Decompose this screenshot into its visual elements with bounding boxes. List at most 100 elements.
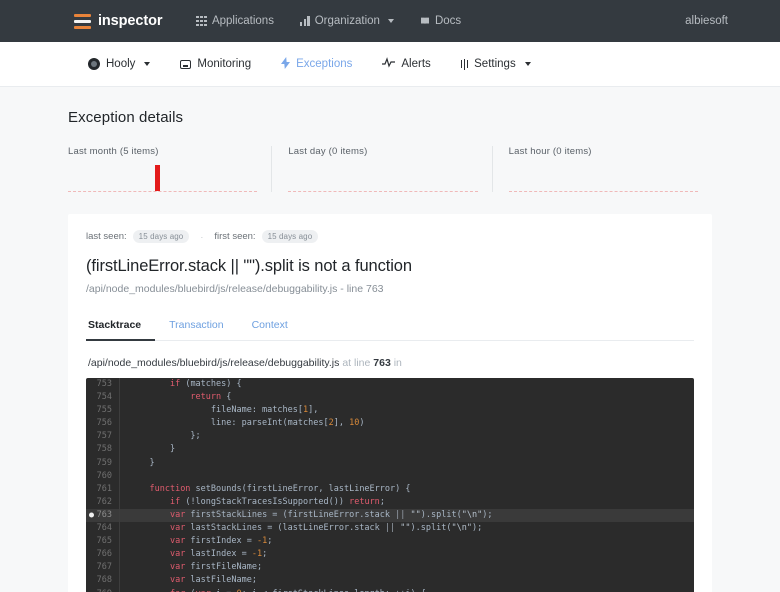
page-title: Exception details [68, 109, 184, 126]
code-line-number: 766 [86, 548, 120, 562]
code-line-number: 753 [86, 378, 120, 392]
nav-item-organization-label: Organization [314, 15, 380, 27]
code-line-text: }; [129, 431, 201, 442]
code-line-number: 769 [86, 587, 120, 592]
timeline-plot-last-month [68, 162, 258, 192]
code-line-text: for (var i = 0; i < firstStackLines.leng… [120, 588, 694, 592]
chevron-down-icon [387, 19, 394, 23]
code-line-number: 767 [86, 561, 120, 575]
tab-context[interactable]: Context [238, 313, 302, 341]
pulse-icon [382, 57, 396, 71]
subnav-item-exceptions[interactable]: Exceptions [281, 56, 353, 72]
code-line-text: } [129, 457, 155, 468]
code-line-number: 755 [86, 404, 120, 418]
timeline-bar [155, 165, 161, 191]
first-seen-badge: 15 days ago [261, 230, 319, 243]
code-line: 759 } [86, 456, 694, 470]
secondary-navbar: Hooly Monitoring Exceptions Alerts Setti… [0, 42, 780, 87]
nav-item-docs[interactable]: Docs [420, 15, 461, 27]
last-seen-label: last seen: [86, 231, 127, 242]
bar-chart-icon [299, 16, 310, 26]
chevron-down-icon [144, 62, 151, 66]
code-line-number: 763 [86, 508, 120, 523]
code-line-number: 768 [86, 574, 120, 588]
code-line: 762 if (!longStackTracesIsSupported()) r… [86, 495, 694, 509]
subnav-item-alerts[interactable]: Alerts [382, 57, 431, 71]
nav-item-organization[interactable]: Organization [299, 15, 394, 27]
timeline-plot-last-hour [508, 162, 698, 192]
first-seen-label: first seen: [214, 231, 256, 242]
code-line: 760 [86, 469, 694, 483]
code-line-text: if (!longStackTracesIsSupported()) retur… [169, 496, 385, 507]
monitor-icon [180, 59, 192, 69]
sliders-icon [460, 58, 469, 70]
stack-frame-line-number: 763 [373, 357, 391, 369]
code-line: 756 line: parseInt(matches[2], 10) [86, 417, 694, 431]
code-line-number: 759 [86, 456, 120, 470]
exception-path: /api/node_modules/bluebird/js/release/de… [86, 283, 384, 295]
tab-stacktrace[interactable]: Stacktrace [86, 313, 156, 341]
code-line-text: var firstFileName; [169, 562, 263, 573]
exception-tabs: Stacktrace Transaction Context [86, 313, 694, 341]
grid-icon [196, 15, 207, 27]
code-line: 763 var firstStackLines = (firstLineErro… [86, 508, 694, 523]
exception-title: (firstLineError.stack || "").split is no… [86, 257, 412, 275]
code-line-text: var lastStackLines = (lastLineError.stac… [169, 523, 483, 534]
subnav-item-exceptions-label: Exceptions [296, 58, 353, 70]
stack-frame-file: /api/node_modules/bluebird/js/release/de… [88, 357, 340, 369]
subnav-item-settings-label: Settings [474, 58, 516, 70]
code-line: 766 var lastIndex = -1; [86, 548, 694, 562]
nav-item-applications-label: Applications [211, 15, 274, 27]
code-line: 765 var firstIndex = -1; [86, 535, 694, 549]
exception-timeline: Last month (5 items) Last day (0 items) … [68, 146, 712, 192]
code-line-text: var firstIndex = -1; [169, 536, 273, 547]
subnav-item-monitoring-label: Monitoring [197, 58, 252, 70]
avatar-icon [88, 58, 100, 70]
code-line: 755 fileName: matches[1], [86, 404, 694, 418]
code-line: 758 } [86, 443, 694, 457]
subnav-item-alerts-label: Alerts [401, 58, 431, 70]
subnav-item-hooly[interactable]: Hooly [88, 58, 151, 70]
nav-item-docs-label: Docs [434, 15, 462, 27]
code-line-text: } [129, 444, 176, 455]
subnav-item-monitoring[interactable]: Monitoring [180, 58, 251, 70]
last-seen-badge: 15 days ago [132, 230, 190, 243]
code-line-number: 756 [86, 417, 120, 431]
book-icon [420, 16, 430, 26]
brand-name: inspector [98, 13, 163, 29]
seen-row: last seen: 15 days ago · first seen: 15 … [86, 230, 694, 243]
error-marker-icon [89, 512, 94, 518]
stack-frame-in-label: in [393, 357, 402, 369]
subnav-item-settings[interactable]: Settings [460, 58, 531, 70]
bolt-icon [281, 56, 291, 72]
account-name[interactable]: albiesoft [685, 15, 728, 27]
timeline-panel-last-day: Last day (0 items) [271, 146, 491, 192]
stack-frame-header: /api/node_modules/bluebird/js/release/de… [88, 357, 694, 369]
code-line: 761 function setBounds(firstLineError, l… [86, 482, 694, 496]
code-line-text: function setBounds(firstLineError, lastL… [149, 483, 411, 494]
code-line-text: return { [190, 392, 232, 403]
code-line-number: 758 [86, 443, 120, 457]
tab-transaction[interactable]: Transaction [155, 313, 237, 341]
code-line: 753 if (matches) { [86, 378, 694, 392]
brand-logo-link[interactable]: inspector [74, 13, 162, 29]
code-line-number: 765 [86, 535, 120, 549]
code-line: 764 var lastStackLines = (lastLineError.… [86, 522, 694, 536]
source-code-viewer[interactable]: 753 if (matches) {754 return {755 fileNa… [86, 378, 694, 592]
code-line-text: var lastIndex = -1; [169, 549, 268, 560]
code-line: 768 var lastFileName; [86, 574, 694, 588]
timeline-panel-last-month-label: Last month (5 items) [68, 146, 159, 157]
code-line-text: var lastFileName; [169, 575, 257, 586]
code-line: 767 var firstFileName; [86, 561, 694, 575]
code-line-text: line: parseInt(matches[2], 10) [129, 418, 365, 429]
inspector-logo-icon [74, 13, 91, 29]
code-line: 754 return { [86, 391, 694, 405]
code-line-number: 760 [86, 469, 120, 483]
nav-item-applications[interactable]: Applications [196, 15, 274, 27]
page-body: Exception details Last month (5 items) L… [0, 87, 780, 592]
exception-card: last seen: 15 days ago · first seen: 15 … [68, 214, 712, 592]
code-line-number: 762 [86, 495, 120, 509]
code-line-text: fileName: matches[1], [129, 405, 319, 416]
code-line: 769 for (var i = 0; i < firstStackLines.… [86, 587, 694, 592]
timeline-panel-last-day-label: Last day (0 items) [288, 146, 368, 157]
